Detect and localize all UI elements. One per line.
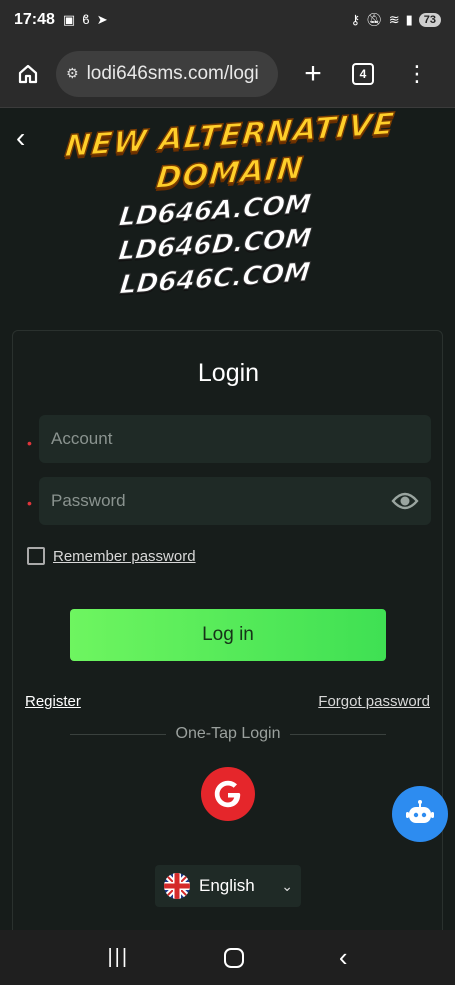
app-notification-icon: ϐ bbox=[82, 12, 90, 27]
one-tap-divider: One-Tap Login bbox=[70, 725, 386, 743]
home-icon bbox=[18, 64, 38, 83]
remember-label[interactable]: Remember password bbox=[53, 548, 196, 565]
more-menu-button[interactable]: ⋮ bbox=[406, 60, 428, 86]
language-label: English bbox=[199, 876, 255, 895]
uk-flag-icon bbox=[164, 873, 190, 899]
one-tap-label: One-Tap Login bbox=[175, 725, 281, 742]
google-icon bbox=[214, 780, 241, 808]
login-button[interactable]: Log in bbox=[70, 609, 386, 661]
notification-icons: ▣ ϐ ➤ bbox=[63, 12, 108, 28]
chevron-down-icon: ⌄ bbox=[281, 877, 293, 894]
register-link[interactable]: Register bbox=[25, 693, 81, 710]
page-title: Login bbox=[197, 359, 260, 387]
required-marker: • bbox=[27, 495, 32, 511]
battery-icon: 73 bbox=[418, 13, 441, 27]
status-bar: 17:48 ▣ ϐ ➤ ⚷ 🔕︎ ≋ ▮ 73 bbox=[0, 0, 455, 40]
system-icons: ⚷ 🔕︎ ≋ ▮ 73 bbox=[351, 12, 441, 28]
domain-banner: NEW ALTERNATIVE DOMAIN LD646A.COM LD646D… bbox=[50, 108, 410, 301]
show-password-button[interactable] bbox=[391, 491, 419, 511]
browser-toolbar: ⚙︎ lodi646sms.com/logi + 4 ⋮ bbox=[0, 40, 455, 108]
divider bbox=[70, 733, 166, 735]
back-button[interactable]: ‹ bbox=[16, 122, 25, 154]
key-icon: ⚷ bbox=[350, 12, 361, 27]
screenshot-icon: ▣ bbox=[62, 12, 76, 27]
login-card: Login • Account • Password Remember pass… bbox=[12, 330, 443, 930]
site-settings-icon[interactable]: ⚙︎ bbox=[66, 65, 79, 82]
signal-icon: ▮ bbox=[405, 12, 413, 27]
mute-icon: 🔕︎ bbox=[366, 12, 383, 27]
password-field[interactable]: Password bbox=[39, 477, 431, 525]
google-login-button[interactable] bbox=[201, 767, 255, 821]
wifi-icon: ≋ bbox=[388, 12, 400, 27]
remember-password[interactable]: Remember password bbox=[27, 547, 196, 565]
home-nav-button[interactable] bbox=[223, 947, 244, 968]
divider bbox=[290, 733, 386, 735]
chatbot-button[interactable] bbox=[392, 786, 448, 842]
telegram-icon: ➤ bbox=[96, 12, 108, 27]
home-button[interactable] bbox=[10, 56, 46, 92]
required-marker: • bbox=[27, 435, 32, 451]
plus-icon: + bbox=[304, 56, 322, 90]
new-tab-button[interactable]: + bbox=[296, 57, 330, 91]
eye-icon bbox=[391, 492, 419, 510]
tab-switcher-button[interactable]: 4 bbox=[352, 62, 374, 85]
forgot-password-link[interactable]: Forgot password bbox=[318, 693, 430, 710]
system-nav-bar: ||| ‹ bbox=[0, 930, 455, 985]
more-vert-icon: ⋮ bbox=[406, 60, 428, 86]
url-text: lodi646sms.com/logi bbox=[86, 62, 259, 84]
page-content: ‹ NEW ALTERNATIVE DOMAIN LD646A.COM LD64… bbox=[0, 108, 455, 930]
account-field[interactable]: Account bbox=[39, 415, 431, 463]
account-placeholder: Account bbox=[51, 429, 113, 448]
status-time: 17:48 bbox=[14, 11, 55, 28]
address-bar[interactable]: ⚙︎ lodi646sms.com/logi bbox=[56, 50, 278, 97]
remember-checkbox[interactable] bbox=[27, 547, 45, 565]
recent-apps-button[interactable]: ||| bbox=[107, 946, 129, 969]
language-selector[interactable]: English ⌄ bbox=[155, 865, 301, 907]
password-placeholder: Password bbox=[51, 491, 126, 510]
robot-icon bbox=[406, 800, 434, 823]
back-nav-button[interactable]: ‹ bbox=[339, 942, 348, 973]
chevron-left-icon: ‹ bbox=[16, 122, 26, 153]
